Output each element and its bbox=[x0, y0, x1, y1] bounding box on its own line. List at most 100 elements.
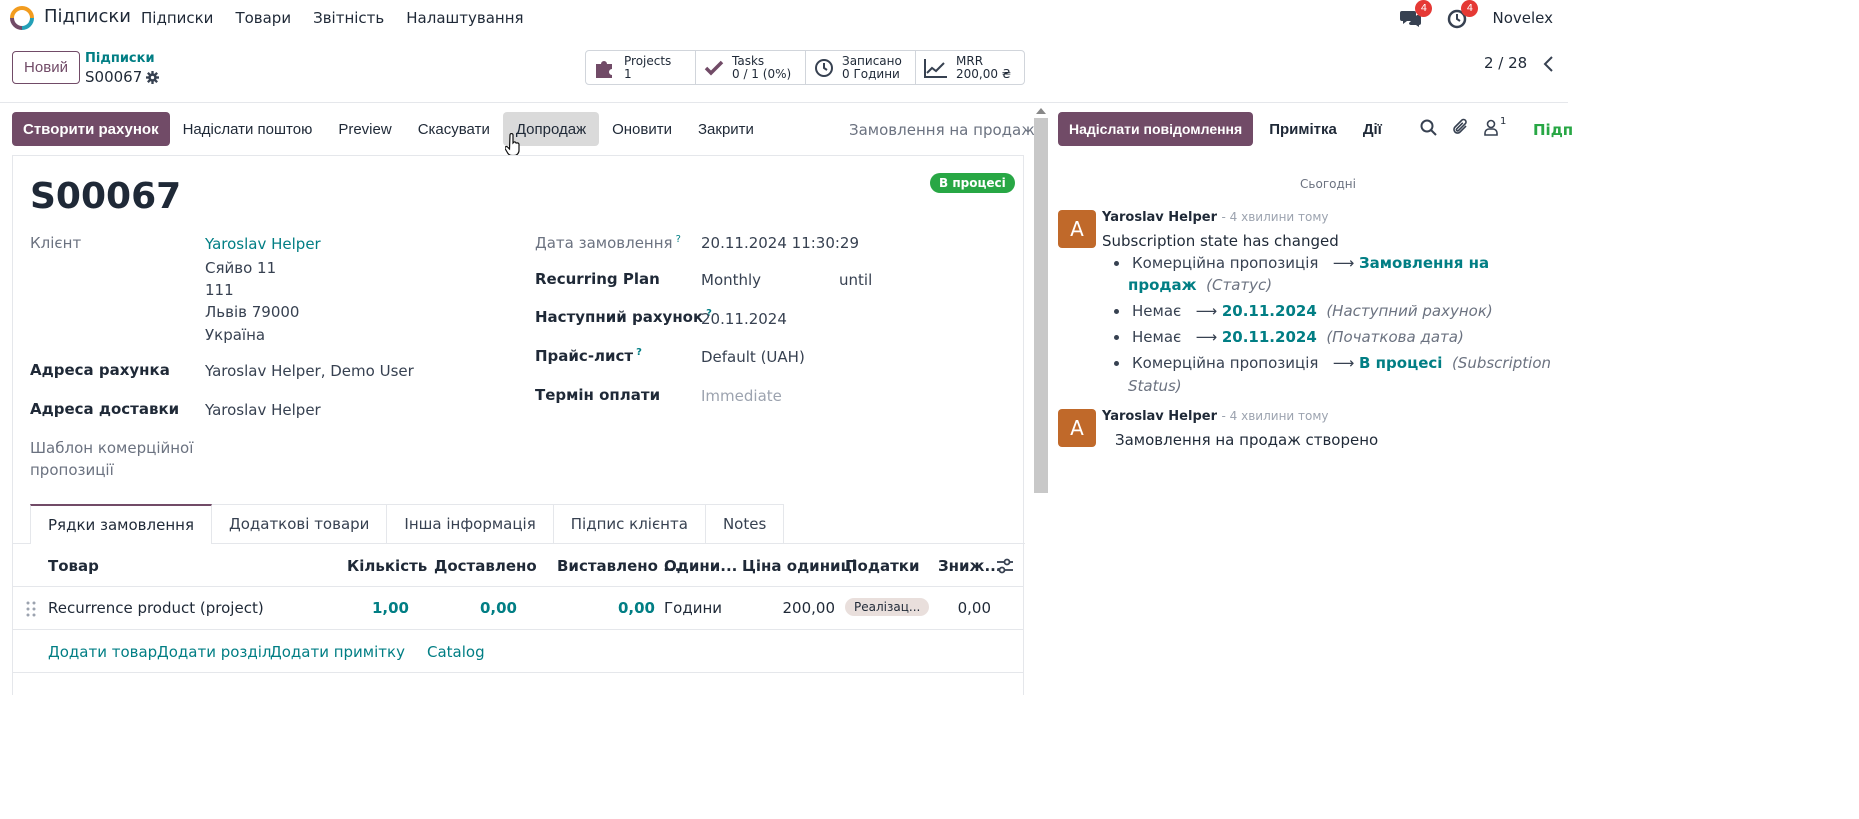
column-header[interactable]: Доставлено bbox=[434, 557, 537, 575]
column-header[interactable]: Товар bbox=[48, 557, 99, 575]
tab-customer-signature[interactable]: Підпис клієнта bbox=[553, 504, 706, 544]
cell-uom[interactable]: Години bbox=[664, 599, 722, 617]
timesheet-smart-button[interactable]: Записано 0 Години bbox=[806, 51, 916, 84]
main-menu: Підписки Товари Звітність Налаштування bbox=[141, 9, 524, 27]
cell-invoiced[interactable]: 0,00 bbox=[618, 599, 655, 617]
sliders-icon[interactable] bbox=[997, 558, 1013, 574]
cell-unit-price[interactable]: 200,00 bbox=[783, 599, 836, 617]
order-date-label-text: Дата замовлення bbox=[535, 234, 673, 252]
table-row[interactable]: Recurrence product (project) 1,00 0,00 0… bbox=[13, 587, 1023, 630]
preview-button[interactable]: Preview bbox=[325, 112, 404, 146]
notebook-tabs: Рядки замовлення Додаткові товари Інша і… bbox=[30, 504, 785, 544]
activities-button[interactable]: Дії bbox=[1353, 112, 1392, 146]
column-header[interactable]: Ціна одиниці bbox=[742, 557, 857, 575]
smart-buttons: Projects 1 Tasks 0 / 1 (0%) Записано 0 Годи… bbox=[585, 50, 1025, 85]
renew-button[interactable]: Оновити bbox=[599, 112, 685, 146]
statusbar-state[interactable]: Замовлення на продаж bbox=[849, 121, 1035, 139]
navbar-systray: 4 4 Novelex bbox=[1400, 0, 1568, 36]
activities-button[interactable]: 4 bbox=[1446, 0, 1479, 29]
pager-value[interactable]: 2 / 28 bbox=[1484, 54, 1527, 72]
cancel-button[interactable]: Скасувати bbox=[405, 112, 503, 146]
record-title: S00067 bbox=[30, 176, 182, 217]
company-switcher[interactable]: Novelex bbox=[1492, 9, 1553, 27]
send-email-button[interactable]: Надіслати поштою bbox=[170, 112, 326, 146]
scroll-up-arrow-icon[interactable] bbox=[1036, 108, 1046, 114]
address-line: Сяйво 11 bbox=[205, 259, 277, 277]
order-date-field[interactable]: 20.11.2024 11:30:29 bbox=[701, 234, 859, 252]
projects-smart-button[interactable]: Projects 1 bbox=[586, 51, 696, 84]
cell-quantity[interactable]: 1,00 bbox=[372, 599, 409, 617]
recurring-plan-label: Recurring Plan bbox=[535, 270, 660, 288]
recurring-plan-field[interactable]: Monthly bbox=[701, 271, 761, 289]
column-header[interactable]: Кількість bbox=[347, 557, 427, 575]
top-navbar: Підписки Підписки Товари Звітність Налаш… bbox=[0, 0, 1568, 36]
arrow-right-icon: ⟶ bbox=[1323, 354, 1355, 372]
author-name[interactable]: Yaroslav Helper bbox=[1102, 409, 1217, 424]
tasks-smart-button[interactable]: Tasks 0 / 1 (0%) bbox=[696, 51, 806, 84]
search-icon[interactable] bbox=[1420, 119, 1437, 136]
send-message-button[interactable]: Надіслати повідомлення bbox=[1058, 112, 1254, 146]
tab-notes[interactable]: Notes bbox=[705, 504, 785, 544]
cell-delivered[interactable]: 0,00 bbox=[480, 599, 517, 617]
column-header[interactable]: Одини... bbox=[664, 557, 737, 575]
menu-products[interactable]: Товари bbox=[235, 9, 291, 27]
app-name[interactable]: Підписки bbox=[44, 6, 131, 27]
tax-badge[interactable]: Реалізац... bbox=[845, 598, 930, 616]
timesheet-label: Записано bbox=[842, 53, 902, 68]
scrollbar-thumb[interactable] bbox=[1034, 118, 1048, 493]
arrow-right-icon: ⟶ bbox=[1186, 328, 1218, 346]
avatar[interactable]: A bbox=[1058, 409, 1096, 447]
help-icon[interactable]: ? bbox=[676, 234, 681, 245]
cell-discount[interactable]: 0,00 bbox=[958, 599, 991, 617]
check-icon bbox=[704, 60, 724, 75]
customer-field[interactable]: Yaroslav Helper bbox=[205, 235, 321, 253]
follow-button[interactable]: Підп bbox=[1533, 121, 1573, 139]
menu-reporting[interactable]: Звітність bbox=[313, 9, 384, 27]
create-invoice-button[interactable]: Створити рахунок bbox=[12, 112, 170, 146]
paperclip-icon[interactable] bbox=[1451, 118, 1469, 136]
breadcrumb-parent[interactable]: Підписки bbox=[85, 51, 155, 66]
chevron-left-icon[interactable] bbox=[1540, 54, 1556, 74]
next-invoice-field[interactable]: 20.11.2024 bbox=[701, 310, 787, 328]
mrr-smart-button[interactable]: MRR 200,00 ₴ bbox=[916, 51, 1024, 84]
payment-terms-field[interactable]: Immediate bbox=[701, 387, 782, 405]
delivery-address-field[interactable]: Yaroslav Helper bbox=[205, 401, 321, 419]
close-button[interactable]: Закрити bbox=[685, 112, 767, 146]
catalog-link[interactable]: Catalog bbox=[427, 643, 485, 661]
messages-button[interactable]: 4 bbox=[1400, 0, 1433, 29]
column-header[interactable]: Податки bbox=[845, 557, 919, 575]
gear-icon[interactable] bbox=[146, 70, 160, 84]
new-button[interactable]: Новий bbox=[12, 51, 80, 84]
add-section-link[interactable]: Додати розділ bbox=[157, 643, 272, 661]
menu-settings[interactable]: Налаштування bbox=[406, 9, 523, 27]
app-logo-icon[interactable] bbox=[10, 6, 34, 30]
old-value: Немає bbox=[1132, 302, 1182, 320]
old-value: Комерційна пропозиція bbox=[1132, 254, 1319, 272]
arrow-right-icon: ⟶ bbox=[1186, 302, 1218, 320]
column-header[interactable]: Виставлено ... bbox=[557, 557, 680, 575]
help-icon[interactable]: ? bbox=[636, 347, 642, 358]
add-product-link[interactable]: Додати товар bbox=[48, 643, 157, 661]
pricelist-field[interactable]: Default (UAH) bbox=[701, 348, 805, 366]
add-note-link[interactable]: Додати примітку bbox=[270, 643, 405, 661]
cell-product[interactable]: Recurrence product (project) bbox=[48, 599, 264, 617]
log-note-button[interactable]: Примітка bbox=[1253, 112, 1353, 146]
invoice-address-field[interactable]: Yaroslav Helper, Demo User bbox=[205, 362, 414, 380]
quote-template-field[interactable] bbox=[205, 439, 505, 463]
author-name[interactable]: Yaroslav Helper bbox=[1102, 210, 1217, 225]
followers-count: 1 bbox=[1500, 115, 1507, 127]
form-action-bar: Створити рахунок Надіслати поштою Previe… bbox=[12, 112, 767, 146]
followers-button[interactable]: 1 bbox=[1483, 115, 1507, 136]
column-header[interactable]: Зниж... bbox=[938, 557, 1002, 575]
new-value-continued: продаж bbox=[1128, 276, 1197, 294]
menu-subscriptions[interactable]: Підписки bbox=[141, 9, 213, 27]
tab-order-lines[interactable]: Рядки замовлення bbox=[30, 504, 212, 544]
next-invoice-label-text: Наступний рахунок bbox=[535, 308, 704, 326]
drag-handle-icon[interactable] bbox=[26, 601, 36, 617]
delivery-address-label: Адреса доставки bbox=[30, 400, 180, 418]
message-author: Yaroslav Helper - 4 хвилини тому bbox=[1102, 210, 1329, 225]
tracking-value: Немає ⟶ 20.11.2024 (Наступний рахунок) bbox=[1114, 302, 1493, 320]
tab-optional-products[interactable]: Додаткові товари bbox=[211, 504, 388, 544]
tab-other-info[interactable]: Інша інформація bbox=[387, 504, 554, 544]
avatar[interactable]: A bbox=[1058, 210, 1096, 248]
